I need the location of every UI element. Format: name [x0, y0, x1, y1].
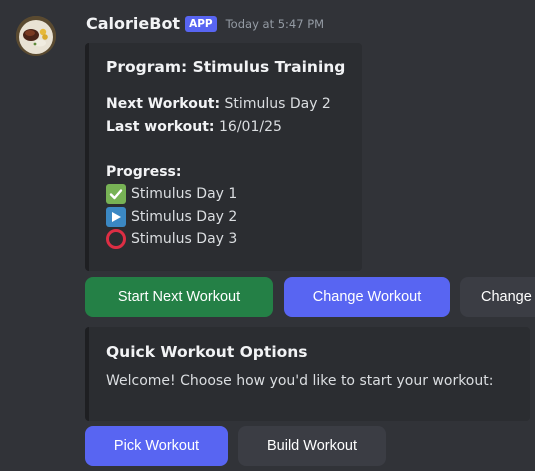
- start-next-workout-button[interactable]: Start Next Workout: [85, 277, 273, 317]
- next-workout-label: Next Workout:: [106, 96, 221, 112]
- progress-item: Stimulus Day 2: [106, 207, 237, 227]
- progress-heading: Progress:: [106, 162, 181, 182]
- embed-title: Quick Workout Options: [106, 343, 308, 361]
- check-mark-icon: [106, 184, 126, 204]
- username[interactable]: CalorieBot: [86, 14, 180, 33]
- embed-title: Program: Stimulus Training: [106, 58, 346, 76]
- timestamp[interactable]: Today at 5:47 PM: [226, 17, 324, 31]
- progress-item-label: Stimulus Day 1: [131, 186, 238, 202]
- program-embed: Program: Stimulus Training Next Workout:…: [85, 43, 362, 271]
- next-workout-value: Stimulus Day 2: [224, 96, 331, 112]
- last-workout-label: Last workout:: [106, 119, 215, 135]
- quick-options-embed: Quick Workout Options Welcome! Choose ho…: [85, 327, 530, 421]
- progress-item-label: Stimulus Day 3: [131, 231, 238, 247]
- change-workout-button[interactable]: Change Workout: [284, 277, 450, 317]
- app-badge: APP: [185, 15, 217, 32]
- progress-label: Progress:: [106, 164, 182, 180]
- progress-item: Stimulus Day 1: [106, 184, 237, 204]
- message-header: CalorieBot APP Today at 5:47 PM: [86, 14, 324, 33]
- food-plate-avatar-icon: [16, 16, 56, 56]
- pick-workout-button[interactable]: Pick Workout: [85, 426, 228, 466]
- bot-avatar[interactable]: [16, 16, 56, 56]
- change-button[interactable]: Change: [460, 277, 535, 317]
- play-icon: [106, 207, 126, 227]
- progress-item-label: Stimulus Day 2: [131, 209, 238, 225]
- build-workout-button[interactable]: Build Workout: [238, 426, 386, 466]
- progress-item: Stimulus Day 3: [106, 229, 237, 249]
- hollow-circle-icon: [106, 229, 126, 249]
- last-workout-value: 16/01/25: [219, 119, 282, 135]
- last-workout-line: Last workout: 16/01/25: [106, 117, 282, 137]
- embed-description: Welcome! Choose how you'd like to start …: [106, 373, 494, 389]
- next-workout-line: Next Workout: Stimulus Day 2: [106, 94, 331, 114]
